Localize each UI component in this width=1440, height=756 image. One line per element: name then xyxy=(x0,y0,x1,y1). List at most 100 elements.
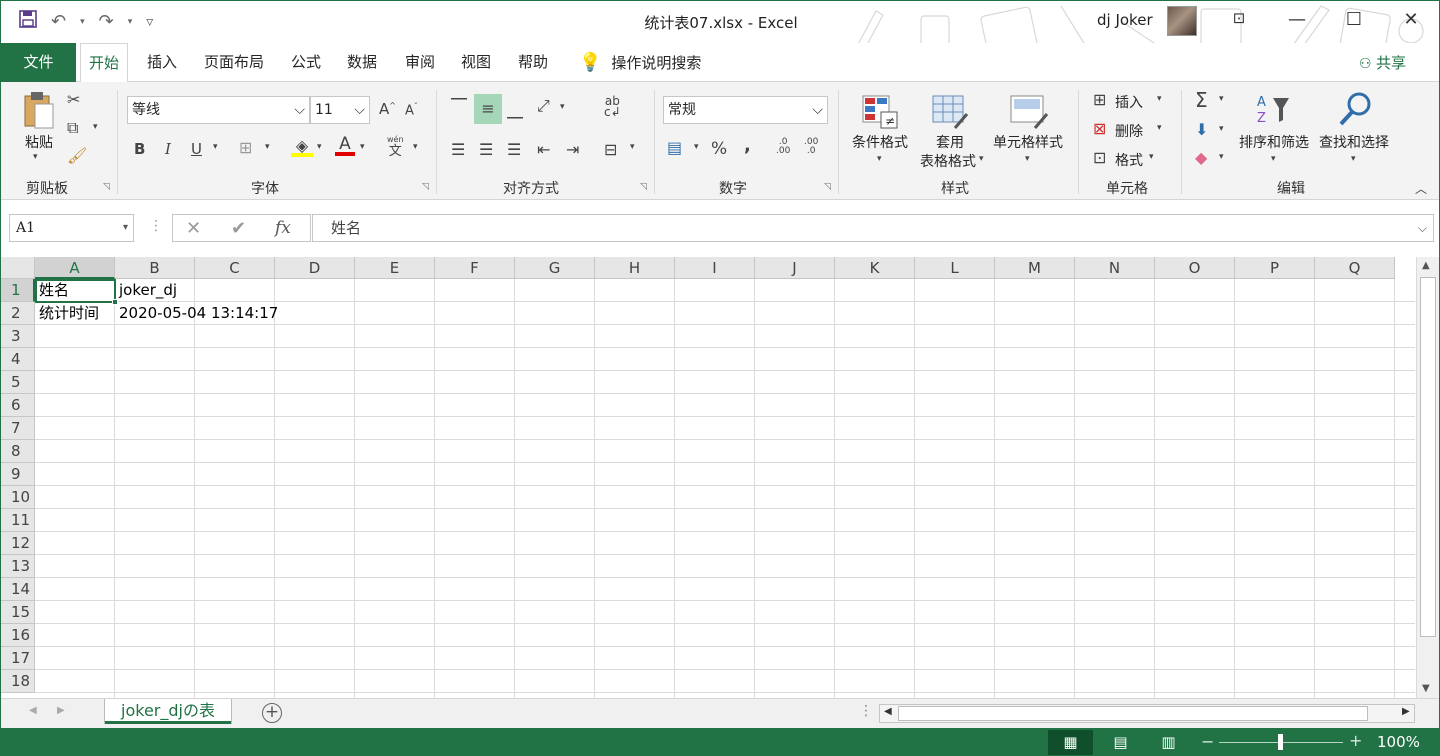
row-header-9[interactable]: 9 xyxy=(1,463,35,486)
row-header-15[interactable]: 15 xyxy=(1,601,35,624)
clear-icon[interactable]: ◆ xyxy=(1195,148,1207,167)
tab-file[interactable]: 文件 xyxy=(1,43,76,82)
autosum-dropdown-icon[interactable]: ▾ xyxy=(1219,94,1224,104)
row-header-3[interactable]: 3 xyxy=(1,325,35,348)
format-painter-icon[interactable]: 🖌 xyxy=(67,146,87,165)
cell-styles-dropdown-icon[interactable]: ▾ xyxy=(1025,154,1030,164)
copy-dropdown-icon[interactable]: ▾ xyxy=(93,122,98,132)
font-size-combo[interactable]: 11 ⌵ xyxy=(310,96,370,124)
formula-input[interactable]: 姓名 ⌵ xyxy=(312,214,1434,242)
paste-label[interactable]: 粘贴 xyxy=(21,132,57,152)
grow-font-icon[interactable]: A^ xyxy=(379,100,396,118)
fill-color-dropdown-icon[interactable]: ▾ xyxy=(317,142,322,152)
paste-dropdown-icon[interactable]: ▾ xyxy=(33,152,38,162)
column-header-F[interactable]: F xyxy=(435,257,515,279)
column-header-E[interactable]: E xyxy=(355,257,435,279)
borders-dropdown-icon[interactable]: ▾ xyxy=(265,142,270,152)
insert-function-icon[interactable]: fx xyxy=(275,218,291,238)
font-name-combo[interactable]: 等线 ⌵ xyxy=(127,96,310,124)
tab-split-handle-icon[interactable]: ⋮ xyxy=(859,703,873,719)
zoom-slider-thumb[interactable] xyxy=(1278,734,1283,750)
row-header-6[interactable]: 6 xyxy=(1,394,35,417)
add-sheet-button[interactable]: + xyxy=(262,703,282,723)
clear-dropdown-icon[interactable]: ▾ xyxy=(1219,152,1224,162)
sheet-tab-active[interactable]: joker_djの表 xyxy=(105,699,231,724)
conditional-dropdown-icon[interactable]: ▾ xyxy=(877,154,882,164)
align-middle-icon[interactable]: ≡ xyxy=(474,94,502,124)
collapse-ribbon-icon[interactable]: ︿ xyxy=(1415,180,1427,197)
enter-icon[interactable]: ✔ xyxy=(231,218,246,239)
tab-view[interactable]: 视图 xyxy=(461,43,491,82)
find-select-icon[interactable] xyxy=(1335,90,1375,132)
conditional-formatting-icon[interactable]: ≠ xyxy=(861,94,899,134)
zoom-in-icon[interactable]: + xyxy=(1349,731,1362,750)
align-bottom-icon[interactable]: ⎽ xyxy=(507,100,523,120)
wrap-text-icon[interactable]: ab c↲ xyxy=(604,95,621,118)
borders-icon[interactable]: ⊞ xyxy=(239,138,252,157)
user-name[interactable]: dj Joker xyxy=(1097,11,1153,29)
format-cells-icon[interactable]: ⊡ xyxy=(1093,148,1106,167)
row-header-7[interactable]: 7 xyxy=(1,417,35,440)
sort-filter-label[interactable]: 排序和筛选 xyxy=(1235,132,1313,152)
column-header-A[interactable]: A xyxy=(35,257,115,279)
font-launcher-icon[interactable]: ◹ xyxy=(422,182,429,192)
column-header-P[interactable]: P xyxy=(1235,257,1315,279)
percent-style-button[interactable]: % xyxy=(711,139,727,159)
row-header-4[interactable]: 4 xyxy=(1,348,35,371)
insert-dropdown-icon[interactable]: ▾ xyxy=(1157,94,1162,104)
orientation-icon[interactable]: ⤢ xyxy=(537,96,550,116)
scroll-down-icon[interactable]: ▼ xyxy=(1422,683,1430,694)
format-cells-label[interactable]: 格式 xyxy=(1115,150,1143,170)
worksheet-grid[interactable]: A B C D E F G H I J K L M N O P Q 1 2 3 4 5 6 7 8 9 10 11 12 13 14 15 16… xyxy=(1,257,1415,698)
accounting-format-icon[interactable]: ▤ xyxy=(667,138,682,157)
cell-B1[interactable]: joker_dj xyxy=(115,279,177,302)
format-as-table-label-2[interactable]: 表格格式 xyxy=(913,151,983,171)
vertical-scrollbar[interactable]: ▲ ▼ xyxy=(1416,257,1439,698)
tab-page-layout[interactable]: 页面布局 xyxy=(204,43,264,82)
column-header-N[interactable]: N xyxy=(1075,257,1155,279)
tab-data[interactable]: 数据 xyxy=(347,43,377,82)
decrease-indent-icon[interactable]: ⇤ xyxy=(537,140,550,159)
accounting-dropdown-icon[interactable]: ▾ xyxy=(694,142,699,152)
delete-cells-icon[interactable]: ⊠ xyxy=(1093,119,1106,138)
horizontal-scrollbar[interactable]: ◀ ▶ xyxy=(879,704,1415,723)
shrink-font-icon[interactable]: Aˇ xyxy=(405,102,418,118)
paste-icon[interactable] xyxy=(21,90,57,130)
row-header-16[interactable]: 16 xyxy=(1,624,35,647)
format-as-table-icon[interactable] xyxy=(931,94,969,134)
page-layout-view-icon[interactable]: ▤ xyxy=(1098,730,1143,755)
close-button[interactable]: ✕ xyxy=(1396,9,1426,30)
maximize-button[interactable]: ☐ xyxy=(1339,9,1369,30)
find-select-dropdown-icon[interactable]: ▾ xyxy=(1351,154,1356,164)
sort-filter-dropdown-icon[interactable]: ▾ xyxy=(1271,154,1276,164)
copy-icon[interactable]: ⧉ xyxy=(67,118,78,138)
increase-decimal-icon[interactable]: .0 .00 xyxy=(776,138,790,156)
decrease-decimal-icon[interactable]: .00 .0 xyxy=(804,138,818,156)
column-header-G[interactable]: G xyxy=(515,257,595,279)
column-header-J[interactable]: J xyxy=(755,257,835,279)
underline-dropdown-icon[interactable]: ▾ xyxy=(213,142,218,152)
merge-dropdown-icon[interactable]: ▾ xyxy=(630,142,635,152)
row-header-12[interactable]: 12 xyxy=(1,532,35,555)
tab-home[interactable]: 开始 xyxy=(80,43,129,83)
tell-me-search[interactable]: 💡 操作说明搜索 xyxy=(579,43,701,82)
phonetic-guide-icon[interactable]: wén 文 xyxy=(387,132,404,158)
align-center-icon[interactable]: ☰ xyxy=(479,140,493,159)
column-header-B[interactable]: B xyxy=(115,257,195,279)
font-color-dropdown-icon[interactable]: ▾ xyxy=(360,142,365,152)
cell-styles-label[interactable]: 单元格样式 xyxy=(989,132,1067,152)
merge-center-icon[interactable]: ⊟ xyxy=(604,140,617,159)
row-header-1[interactable]: 1 xyxy=(1,279,35,302)
column-header-C[interactable]: C xyxy=(195,257,275,279)
delete-dropdown-icon[interactable]: ▾ xyxy=(1157,123,1162,133)
row-header-14[interactable]: 14 xyxy=(1,578,35,601)
format-as-table-dropdown-icon[interactable]: ▾ xyxy=(979,154,984,164)
scroll-left-icon[interactable]: ◀ xyxy=(884,706,892,717)
number-format-combo[interactable]: 常规 ⌵ xyxy=(663,96,828,124)
vertical-scroll-thumb[interactable] xyxy=(1420,277,1436,637)
format-as-table-label-1[interactable]: 套用 xyxy=(918,132,982,152)
normal-view-icon[interactable]: ▦ xyxy=(1048,730,1093,755)
column-header-M[interactable]: M xyxy=(995,257,1075,279)
row-header-18[interactable]: 18 xyxy=(1,670,35,693)
row-header-10[interactable]: 10 xyxy=(1,486,35,509)
